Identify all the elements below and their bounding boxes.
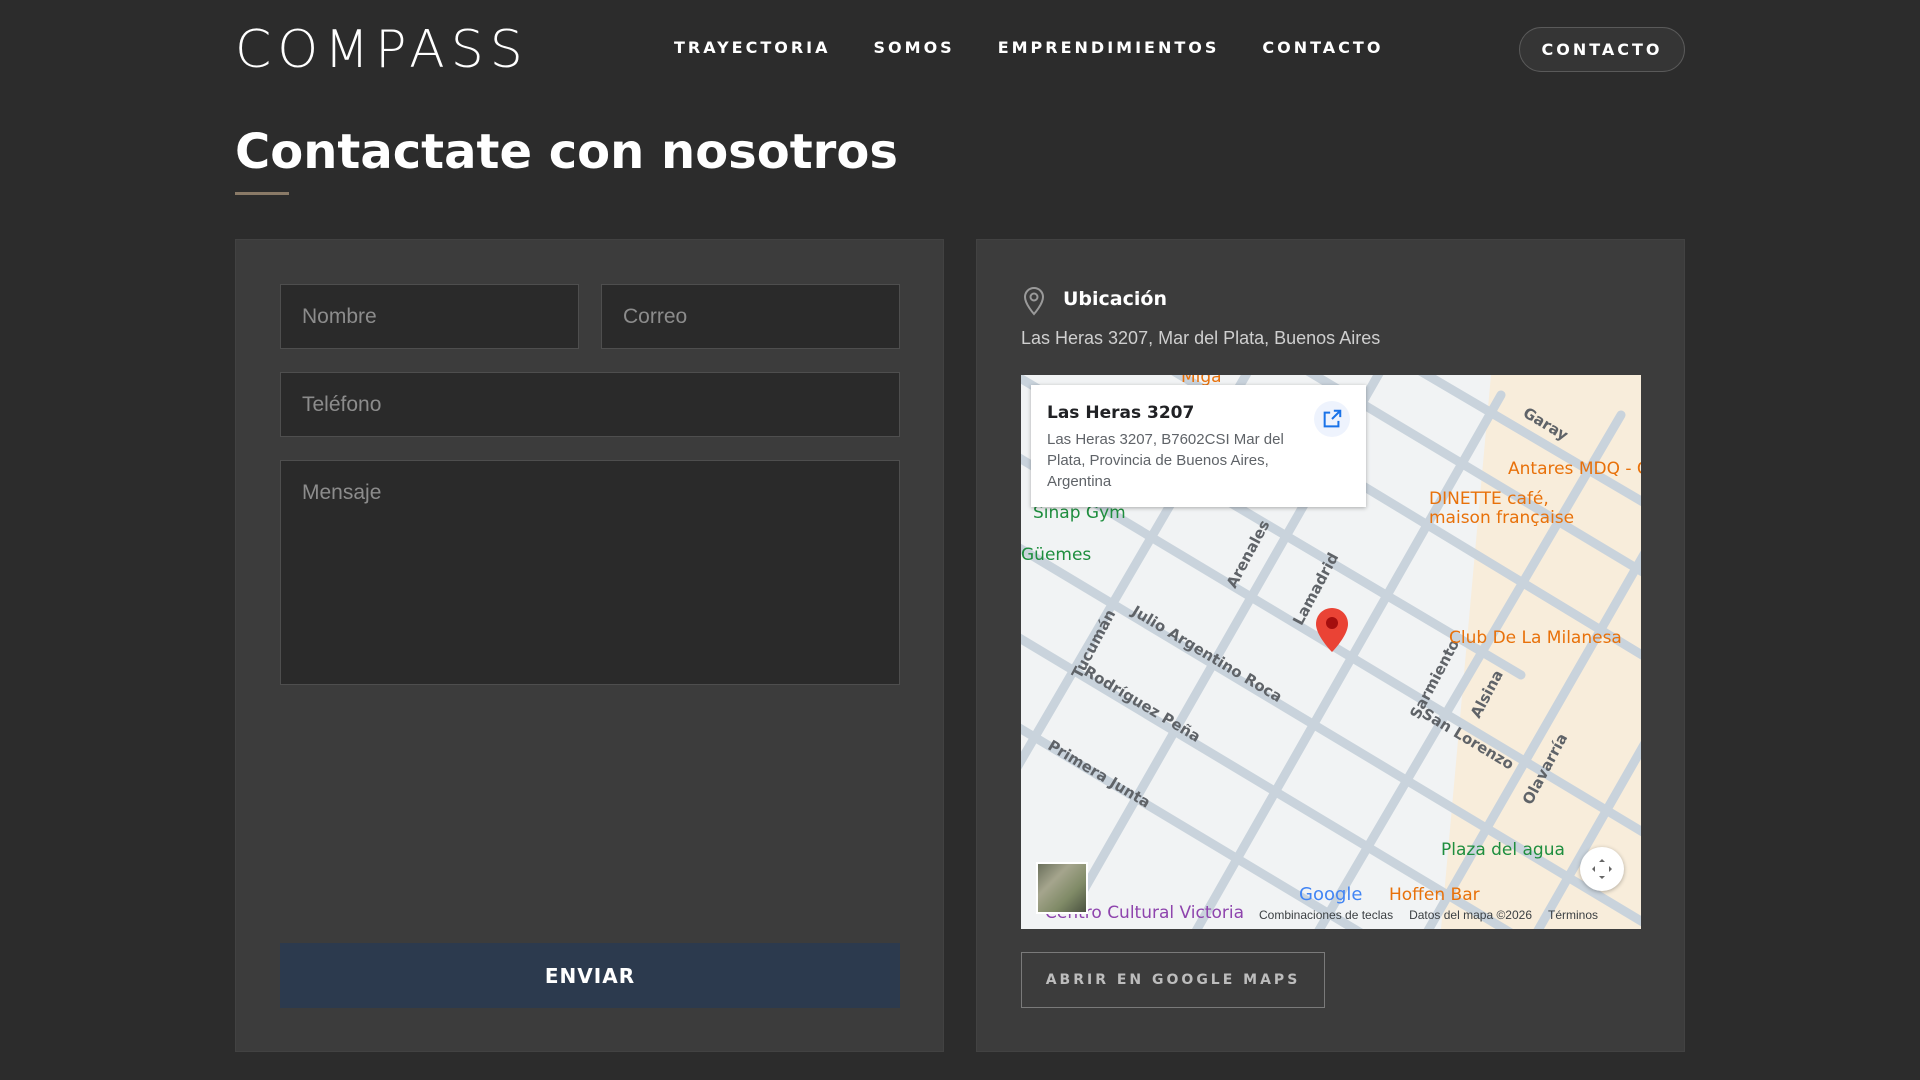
terms-link[interactable]: Términos bbox=[1548, 908, 1598, 922]
street-label: Güemes bbox=[1021, 545, 1092, 565]
location-address: Las Heras 3207, Mar del Plata, Buenos Ai… bbox=[1021, 328, 1381, 348]
map-marker-icon[interactable] bbox=[1314, 606, 1350, 654]
contact-form-panel: ENVIAR bbox=[235, 239, 944, 1052]
poi-label[interactable]: Hoffen Bar bbox=[1389, 885, 1480, 905]
map-card-title: Las Heras 3207 bbox=[1047, 403, 1195, 423]
fullscreen-icon[interactable] bbox=[1580, 847, 1624, 891]
location-pin-icon bbox=[1023, 286, 1045, 316]
poi-label[interactable]: Club De La Milanesa bbox=[1449, 628, 1622, 648]
nombre-input[interactable] bbox=[280, 284, 579, 349]
nav-contacto[interactable]: CONTACTO bbox=[1262, 38, 1383, 57]
satellite-thumbnail[interactable] bbox=[1036, 862, 1088, 914]
nav-emprendimientos[interactable]: EMPRENDIMIENTOS bbox=[998, 38, 1220, 57]
telefono-input[interactable] bbox=[280, 372, 900, 437]
page-title: Contactate con nosotros bbox=[235, 124, 898, 180]
poi-label[interactable]: Antares MDQ - C bbox=[1508, 459, 1641, 479]
contacto-button[interactable]: CONTACTO bbox=[1519, 27, 1685, 72]
enviar-button[interactable]: ENVIAR bbox=[280, 943, 900, 1008]
title-underline bbox=[235, 192, 289, 195]
map-info-card: Las Heras 3207 Las Heras 3207, B7602CSI … bbox=[1031, 385, 1366, 507]
open-google-maps-button[interactable]: ABRIR EN GOOGLE MAPS bbox=[1021, 952, 1325, 1008]
map-data-link[interactable]: Datos del mapa ©2026 bbox=[1409, 908, 1532, 922]
main-nav: TRAYECTORIA SOMOS EMPRENDIMIENTOS CONTAC… bbox=[674, 38, 1383, 57]
nav-trayectoria[interactable]: TRAYECTORIA bbox=[674, 38, 831, 57]
correo-input[interactable] bbox=[601, 284, 900, 349]
google-map[interactable]: Julio Argentino Roca Rodríguez Peña Prim… bbox=[1021, 375, 1641, 929]
mensaje-textarea[interactable] bbox=[280, 460, 900, 685]
poi-label[interactable]: Plaza del agua bbox=[1441, 840, 1565, 860]
compass-logo[interactable]: COMPASS bbox=[235, 22, 529, 78]
poi-label[interactable]: DINETTE café, maison française bbox=[1429, 490, 1599, 528]
map-card-address: Las Heras 3207, B7602CSI Mar del Plata, … bbox=[1047, 431, 1284, 490]
location-title: Ubicación bbox=[1063, 288, 1167, 310]
google-logo: Google bbox=[1299, 884, 1362, 905]
keyboard-shortcuts-link[interactable]: Combinaciones de teclas bbox=[1259, 908, 1393, 922]
google-text: Google bbox=[1299, 884, 1363, 905]
open-external-icon[interactable] bbox=[1314, 401, 1350, 437]
nav-somos[interactable]: SOMOS bbox=[874, 38, 955, 57]
map-footer: Combinaciones de teclas Datos del mapa ©… bbox=[1259, 908, 1598, 922]
location-panel: Ubicación Las Heras 3207, Mar del Plata,… bbox=[976, 239, 1685, 1052]
